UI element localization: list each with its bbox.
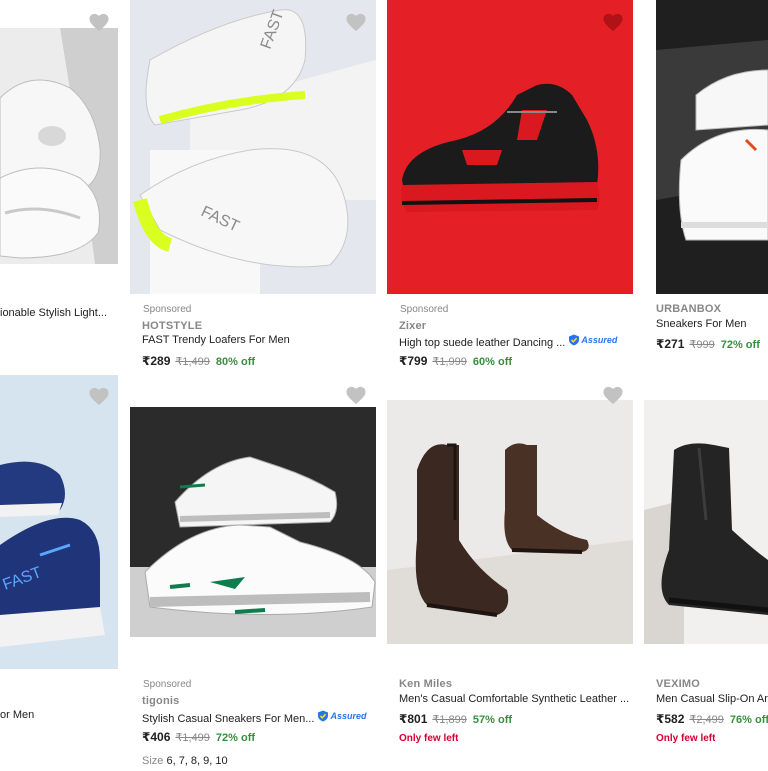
product-brand: Ken Miles <box>399 678 453 690</box>
stock-status: Only few left <box>399 733 459 744</box>
discount-percent: 57% off <box>472 714 513 726</box>
product-mrp: ₹1,899 <box>432 714 467 726</box>
wishlist-heart-icon[interactable] <box>345 12 367 32</box>
discount-percent: 72% off <box>720 339 760 351</box>
product-brand: HOTSTYLE <box>142 320 203 332</box>
product-title[interactable]: Men's Casual Comfortable Synthetic Leath… <box>399 693 631 705</box>
product-price: ₹801 <box>399 712 428 726</box>
wishlist-heart-icon[interactable] <box>345 385 367 405</box>
size-values: 6, 7, 8, 9, 10 <box>166 755 228 767</box>
price-row: ₹799 ₹1,999 60% off <box>399 354 512 368</box>
product-image[interactable] <box>130 407 376 637</box>
product-card[interactable]: FAST or Men <box>0 375 120 771</box>
product-title[interactable]: FAST Trendy Loafers For Men <box>142 334 372 346</box>
product-card[interactable]: Ken Miles Men's Casual Comfortable Synth… <box>387 383 633 771</box>
product-image[interactable] <box>644 400 768 644</box>
product-image[interactable] <box>387 400 633 644</box>
product-mrp: ₹1,499 <box>175 732 210 744</box>
price-row: ₹406 ₹1,499 72% off <box>142 730 255 744</box>
product-card[interactable]: ionable Stylish Light... <box>0 0 120 380</box>
price-row: ₹289 ₹1,499 80% off <box>142 354 255 368</box>
product-title[interactable]: Stylish Casual Sneakers For Men... <box>142 713 314 725</box>
product-mrp: ₹1,999 <box>432 356 467 368</box>
product-card[interactable]: URBANBOX Sneakers For Men ₹271 ₹999 72% of… <box>644 0 768 380</box>
product-title[interactable]: or Men <box>0 709 118 721</box>
wishlist-heart-icon[interactable] <box>88 386 110 406</box>
sponsored-label: Sponsored <box>143 679 192 690</box>
price-row: ₹801 ₹1,899 57% off <box>399 712 512 726</box>
product-brand: tigonis <box>142 695 180 707</box>
product-title[interactable]: Sneakers For Men <box>656 318 768 330</box>
product-image[interactable] <box>0 28 118 264</box>
sponsored-label: Sponsored <box>143 304 192 315</box>
product-title-row[interactable]: Stylish Casual Sneakers For Men... Assur… <box>142 710 374 725</box>
product-title-row[interactable]: High top suede leather Dancing ... Assur… <box>399 334 631 349</box>
product-price: ₹271 <box>656 337 685 351</box>
product-brand: VEXIMO <box>656 678 700 690</box>
product-title[interactable]: High top suede leather Dancing ... <box>399 337 565 349</box>
product-title[interactable]: ionable Stylish Light... <box>0 307 118 319</box>
product-card[interactable]: Sponsored Zixer High top suede leather D… <box>387 0 633 380</box>
price-row: ₹271 ₹999 72% off <box>656 337 760 351</box>
assured-shield-icon <box>569 334 580 346</box>
product-mrp: ₹1,499 <box>175 356 210 368</box>
product-image[interactable]: FAST FAST <box>130 0 376 294</box>
wishlist-heart-icon[interactable] <box>88 12 110 32</box>
wishlist-heart-icon[interactable] <box>602 385 624 405</box>
product-mrp: ₹2,499 <box>689 714 724 726</box>
product-price: ₹799 <box>399 354 428 368</box>
assured-badge: Assured <box>568 334 617 346</box>
size-label: Size <box>142 755 164 767</box>
product-price: ₹406 <box>142 730 171 744</box>
product-price: ₹582 <box>656 712 685 726</box>
sponsored-label: Sponsored <box>400 304 449 315</box>
product-image[interactable] <box>387 0 633 294</box>
price-row: ₹582 ₹2,499 76% off <box>656 712 768 726</box>
discount-percent: 72% off <box>215 732 256 744</box>
product-card[interactable]: VEXIMO Men Casual Slip-On Ank ₹582 ₹2,499… <box>644 383 768 771</box>
assured-badge: Assured <box>317 710 366 722</box>
stock-status: Only few left <box>656 733 716 744</box>
wishlist-heart-liked-icon[interactable] <box>602 12 624 32</box>
product-price: ₹289 <box>142 354 171 368</box>
product-brand: URBANBOX <box>656 303 722 315</box>
product-mrp: ₹999 <box>689 339 715 351</box>
product-brand: Zixer <box>399 320 427 332</box>
product-card[interactable]: FAST FAST Sponsored HOTSTYLE FAST Trendy… <box>130 0 376 380</box>
size-options: Size 6, 7, 8, 9, 10 <box>142 755 228 767</box>
assured-shield-icon <box>318 710 329 722</box>
discount-percent: 60% off <box>472 356 513 368</box>
product-image[interactable]: FAST <box>0 375 118 669</box>
product-card[interactable]: Sponsored tigonis Stylish Casual Sneaker… <box>130 383 376 771</box>
discount-percent: 80% off <box>215 356 256 368</box>
product-image[interactable] <box>656 0 768 294</box>
product-title[interactable]: Men Casual Slip-On Ank <box>656 693 768 705</box>
discount-percent: 76% off <box>729 714 768 726</box>
